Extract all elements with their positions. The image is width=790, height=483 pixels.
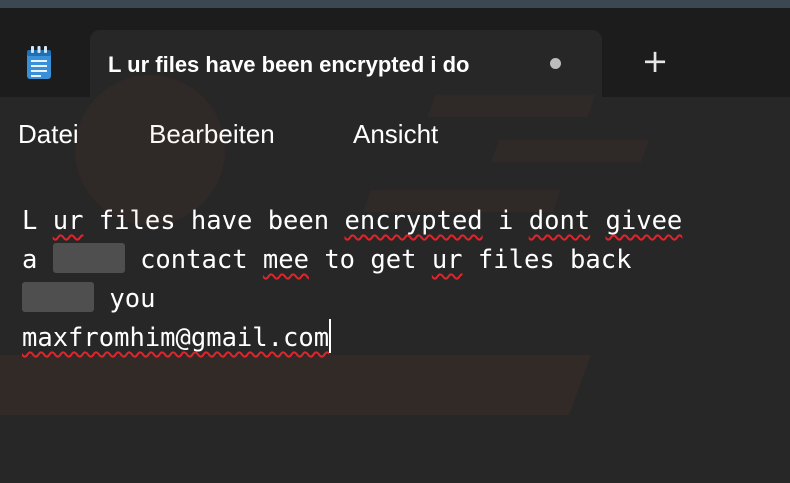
word: L: [22, 206, 38, 236]
word: have: [190, 206, 253, 236]
tab-document[interactable]: L ur files have been encrypted i do: [90, 30, 602, 97]
text-caret: [329, 319, 332, 353]
word: been: [267, 206, 330, 236]
word: ur: [431, 245, 463, 275]
editor-line-4: maxfromhim@gmail.com: [22, 319, 782, 358]
word: mee: [262, 245, 309, 275]
word: contact: [140, 245, 248, 275]
word: back: [570, 245, 632, 275]
unsaved-dot-icon[interactable]: [550, 58, 561, 69]
menu-bar: Datei Bearbeiten Ansicht: [0, 97, 790, 171]
line-1-text: L ur files have been encrypted i dont gi…: [22, 206, 682, 236]
line-3-text: you: [109, 284, 156, 314]
menu-edit[interactable]: Bearbeiten: [149, 119, 275, 150]
text-editor[interactable]: L ur files have been encrypted i dont gi…: [22, 202, 782, 472]
menu-view[interactable]: Ansicht: [353, 119, 438, 150]
plus-icon: +: [641, 42, 669, 80]
word: files: [98, 206, 176, 236]
redacted-block: [22, 282, 94, 312]
line-4-text: maxfromhim@gmail.com: [22, 323, 330, 353]
tab-title: L ur files have been encrypted i do: [108, 52, 470, 77]
line-2-text: contact mee to get ur files back: [140, 245, 631, 275]
word: files: [477, 245, 555, 275]
title-bar: L ur files have been encrypted i do +: [0, 0, 790, 97]
editor-line-1: L ur files have been encrypted i dont gi…: [22, 202, 782, 241]
word: i: [498, 206, 514, 236]
menu-file[interactable]: Datei: [18, 119, 79, 150]
word: to: [324, 245, 356, 275]
editor-line-2: a contact mee to get ur files back: [22, 241, 782, 280]
window-top-strip: [0, 0, 790, 8]
editor-line-3: you: [22, 280, 782, 319]
new-tab-button[interactable]: +: [638, 44, 672, 78]
word: encrypted: [344, 206, 483, 236]
word: dont: [528, 206, 591, 236]
redacted-block: [52, 243, 125, 273]
line-2-start: a: [22, 245, 38, 275]
word: givee: [605, 206, 683, 236]
word: ur: [52, 206, 84, 236]
word: get: [370, 245, 417, 275]
notepad-icon: [27, 46, 51, 79]
